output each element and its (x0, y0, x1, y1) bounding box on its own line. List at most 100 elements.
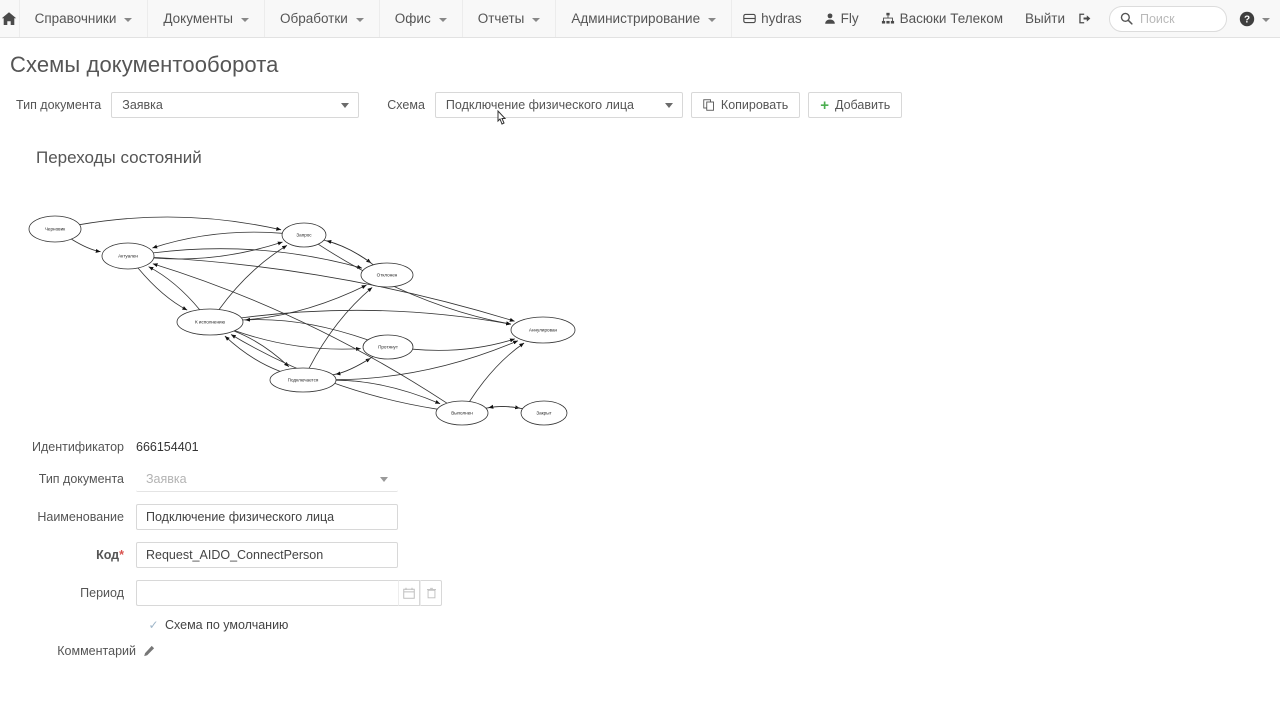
nav-menu-otchety[interactable]: Отчеты (463, 0, 557, 37)
chevron-down-icon (438, 17, 447, 22)
state-edge (332, 357, 371, 376)
logout-label: Выйти (1025, 11, 1065, 26)
search-input[interactable]: Поиск (1109, 5, 1227, 32)
copy-button[interactable]: Копировать (690, 92, 801, 118)
state-node[interactable]: К исполнению (176, 308, 244, 336)
form-row-doctype: Тип документа Заявка (0, 466, 1280, 492)
mouse-cursor (494, 110, 510, 130)
state-edge (153, 248, 363, 269)
search-icon (1120, 12, 1133, 25)
trash-icon (426, 587, 437, 599)
identifier-label: Идентификатор (31, 440, 124, 454)
chevron-down-icon (355, 17, 364, 22)
calendar-icon (403, 587, 415, 599)
nav-menu-dokumenty[interactable]: Документы (148, 0, 265, 37)
nav-menu-administrirovanie[interactable]: Администрирование (556, 0, 733, 37)
navbar-right: hydras Fly Васюки Телеком Выйти Поиск ? (732, 0, 1280, 37)
state-edge (323, 239, 372, 264)
name-label: Наименование (37, 510, 124, 524)
chevron-down-icon (664, 103, 673, 108)
help-menu[interactable]: ? (1233, 0, 1280, 37)
form-row-identifier: Идентификатор 666154401 (0, 440, 1280, 454)
doctype-value: Заявка (146, 471, 187, 486)
state-edge (308, 287, 373, 369)
state-node-label: Протянут (378, 345, 399, 350)
period-calendar-button[interactable] (398, 580, 420, 606)
state-edge (71, 238, 101, 253)
nav-menu-ofis[interactable]: Офис (380, 0, 463, 37)
state-node-label: Аннулирован (529, 328, 558, 333)
state-node[interactable]: Аннулирован (510, 316, 576, 344)
section-title-transitions: Переходы состояний (36, 148, 202, 167)
identifier-value: 666154401 (136, 440, 199, 454)
filter-bar: Тип документа Заявка Схема Подключение ф… (0, 78, 1280, 118)
nav-menu-obrabotki[interactable]: Обработки (265, 0, 380, 37)
logout-button[interactable]: Выйти (1014, 0, 1103, 37)
state-node-label: Закрыт (536, 411, 552, 416)
code-label-text: Код (96, 548, 120, 562)
help-circle-icon: ? (1239, 11, 1255, 27)
search-placeholder: Поиск (1140, 11, 1175, 26)
search-area: Поиск (1103, 0, 1233, 37)
doctype-filter-select[interactable]: Заявка (111, 92, 360, 118)
default-scheme-checkbox-row[interactable]: ✓ Схема по умолчанию (148, 618, 1280, 632)
home-button[interactable] (0, 0, 20, 37)
add-button[interactable]: + Добавить (808, 92, 903, 118)
logout-icon (1078, 12, 1092, 25)
checkbox-checked-icon[interactable]: ✓ (148, 619, 159, 631)
pencil-icon[interactable] (143, 645, 155, 657)
user-icon (824, 12, 836, 25)
scheme-form: Идентификатор 666154401 Тип документа За… (0, 434, 1280, 658)
state-node-label: Черновик (45, 227, 66, 232)
database-label: hydras (761, 11, 802, 26)
scheme-filter-label: Схема (387, 98, 425, 112)
state-node[interactable]: Актуален (101, 242, 155, 270)
doctype-filter-label: Тип документа (16, 98, 102, 112)
state-node[interactable]: Подключается (269, 367, 337, 393)
state-node[interactable]: Выполнен (435, 400, 489, 426)
chevron-down-icon (1262, 17, 1270, 22)
state-edge (245, 317, 368, 341)
nav-menu-label: Обработки (279, 11, 348, 26)
state-node[interactable]: Протянут (362, 334, 414, 360)
nav-menu-label: Администрирование (571, 11, 701, 26)
state-edge (152, 231, 283, 249)
state-node-label: Подключается (288, 378, 319, 383)
name-value: Подключение физического лица (146, 510, 335, 524)
period-clear-button[interactable] (420, 580, 442, 606)
state-graph-svg: Черновик Актуален Запрос Отклонен К исполнен… (28, 215, 576, 426)
database-indicator[interactable]: hydras (732, 0, 813, 37)
nav-menu-label: Справочники (34, 11, 117, 26)
state-node[interactable]: Закрыт (520, 400, 568, 426)
form-row-name: Наименование Подключение физического лиц… (0, 504, 1280, 530)
state-edge (148, 266, 201, 310)
name-input[interactable]: Подключение физического лица (136, 504, 398, 530)
state-node[interactable]: Черновик (28, 215, 82, 243)
organization-indicator[interactable]: Васюки Телеком (870, 0, 1014, 37)
nav-menu-label: Офис (394, 11, 431, 26)
period-input[interactable] (136, 580, 398, 606)
code-input[interactable]: Request_AIDO_ConnectPerson (136, 542, 398, 568)
scheme-filter-value: Подключение физического лица (445, 98, 634, 112)
nav-menu-label: Документы (163, 11, 233, 26)
state-edge (335, 356, 374, 376)
doctype-label: Тип документа (38, 472, 124, 486)
nav-menu-spravochniki[interactable]: Справочники (20, 0, 149, 37)
state-edge (242, 284, 367, 321)
state-transition-diagram[interactable]: Черновик Актуален Запрос Отклонен К исполнен… (0, 172, 620, 434)
user-label: Fly (840, 11, 859, 26)
chevron-down-icon (341, 103, 350, 108)
chevron-down-icon (240, 17, 249, 22)
state-node[interactable]: Запрос (281, 222, 327, 248)
state-edge (335, 379, 441, 405)
scheme-filter-select[interactable]: Подключение физического лица (434, 92, 683, 118)
state-node-label: К исполнению (195, 320, 226, 325)
state-node[interactable]: Отклонен (360, 262, 414, 288)
period-label: Период (80, 586, 124, 600)
state-node-label: Запрос (296, 233, 312, 238)
form-row-period: Период (0, 580, 1280, 606)
plus-icon: + (820, 96, 829, 114)
user-indicator[interactable]: Fly (813, 0, 870, 37)
chevron-down-icon (380, 476, 388, 482)
doctype-select[interactable]: Заявка (136, 466, 398, 492)
